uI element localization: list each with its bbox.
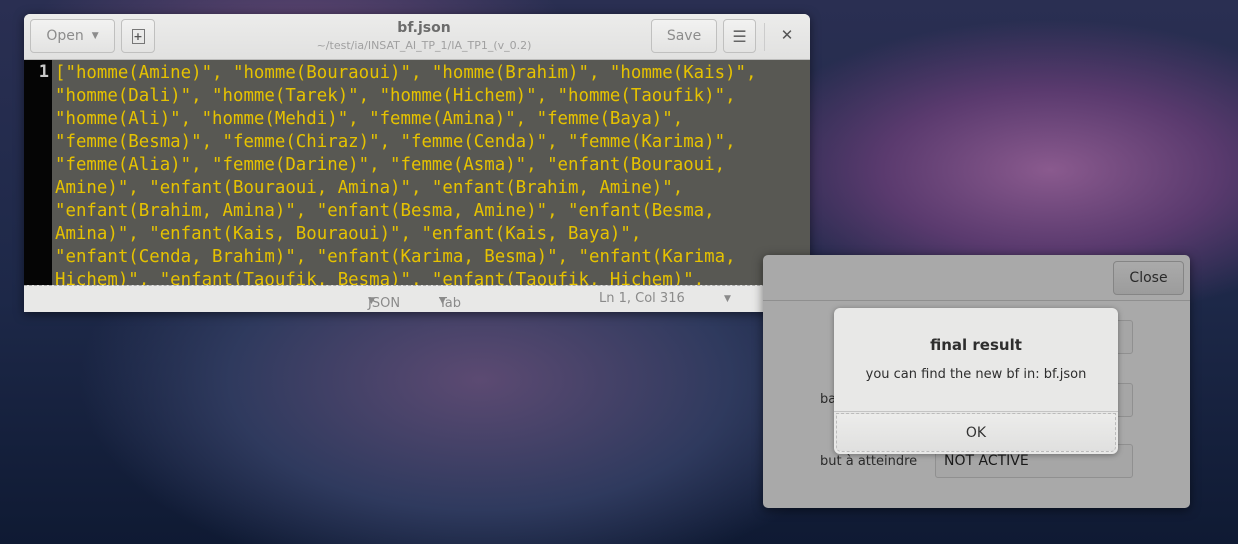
close-button[interactable]: Close [1113, 261, 1184, 295]
code-line: Hichem)", "enfant(Taoufik, Besma)", "enf… [55, 270, 705, 285]
hamburger-icon: ☰ [732, 26, 747, 46]
code-line: "enfant(Cenda, Brahim)", "enfant(Karima,… [55, 247, 736, 267]
code-line: "femme(Besma)", "femme(Chiraz)", "femme(… [55, 132, 736, 152]
message-dialog: final result you can find the new bf in:… [834, 308, 1118, 454]
code-area[interactable]: ["homme(Amine)", "homme(Bouraoui)", "hom… [52, 60, 810, 285]
code-line: Amine)", "enfant(Bouraoui, Amina)", "enf… [55, 178, 684, 198]
dialog-title: final result [930, 336, 1022, 354]
code-line: "enfant(Brahim, Amina)", "enfant(Besma, … [55, 201, 715, 221]
save-button[interactable]: Save [651, 19, 717, 53]
chevron-down-icon[interactable]: ▼ [724, 294, 731, 304]
file-path: ~/test/ia/INSAT_AI_TP_1/IA_TP1_(v_0.2) [316, 39, 532, 52]
line-number-gutter: 1 [24, 60, 52, 285]
open-label: Open [46, 28, 84, 44]
divider [834, 411, 1118, 412]
code-line: "homme(Dali)", "homme(Tarek)", "homme(Hi… [55, 86, 736, 106]
window-title: bf.json [397, 20, 451, 36]
chevron-down-icon: ▼ [439, 296, 446, 306]
separator [764, 23, 765, 51]
code-line: ["homme(Amine)", "homme(Bouraoui)", "hom… [55, 63, 757, 83]
code-line: Amina)", "enfant(Kais, Bouraoui)", "enfa… [55, 224, 642, 244]
dialog-message: you can find the new bf in: bf.json [865, 367, 1087, 382]
ok-button[interactable]: OK [836, 413, 1116, 452]
new-document-button[interactable]: + [121, 19, 155, 53]
code-line: "femme(Alia)", "femme(Darine)", "femme(A… [55, 155, 726, 175]
menu-button[interactable]: ☰ [723, 19, 756, 53]
cursor-position: Ln 1, Col 316 [599, 291, 685, 306]
text-editor-window: Open ▼ + bf.json ~/test/ia/INSAT_AI_TP_1/… [24, 14, 810, 312]
dialog-header: Close [763, 255, 1190, 301]
close-icon[interactable]: ✕ [776, 26, 798, 48]
status-bar: JSON ▼ Tab Width: 4 ▼ Ln 1, Col 316 ▼ [24, 285, 810, 312]
open-button[interactable]: Open ▼ [30, 19, 115, 53]
chevron-down-icon: ▼ [91, 31, 99, 41]
field-3-label: but à atteindre [820, 454, 918, 469]
new-document-icon: + [131, 28, 145, 44]
code-line: "homme(Ali)", "homme(Mehdi)", "femme(Ami… [55, 109, 684, 129]
chevron-down-icon: ▼ [368, 296, 375, 306]
header-bar: Open ▼ + bf.json ~/test/ia/INSAT_AI_TP_1/… [24, 14, 810, 60]
